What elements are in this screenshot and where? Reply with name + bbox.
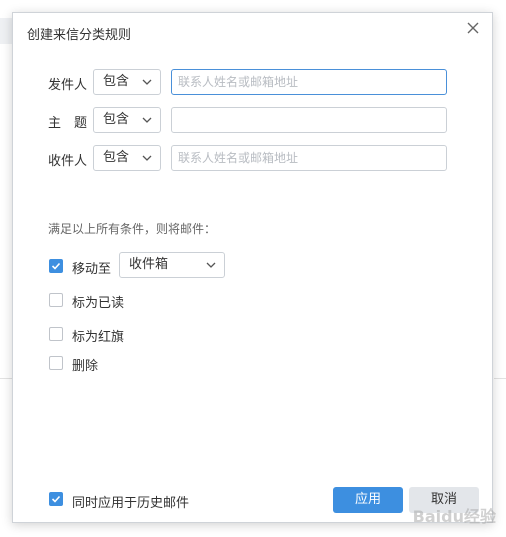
- subject-label: 主 题: [48, 116, 88, 131]
- recipient-label: 收件人: [48, 154, 88, 169]
- close-icon[interactable]: [464, 19, 482, 37]
- subject-input[interactable]: [171, 107, 447, 133]
- chevron-down-icon: [142, 117, 152, 123]
- mark-read-label: 标为已读: [72, 296, 125, 311]
- delete-checkbox[interactable]: [49, 356, 63, 370]
- watermark: Baidu经验: [412, 507, 496, 526]
- subject-operator-value: 包含: [103, 112, 130, 127]
- sender-label: 发件人: [48, 78, 88, 93]
- delete-label: 删除: [72, 359, 99, 374]
- subject-operator-select[interactable]: 包含: [93, 107, 161, 133]
- background-divider: [494, 378, 506, 379]
- sender-operator-value: 包含: [103, 74, 130, 89]
- sender-operator-select[interactable]: 包含: [93, 69, 161, 95]
- move-target-value: 收件箱: [129, 257, 169, 272]
- chevron-down-icon: [142, 155, 152, 161]
- move-to-label: 移动至: [72, 262, 112, 277]
- recipient-operator-value: 包含: [103, 150, 130, 165]
- apply-history-checkbox[interactable]: [49, 492, 63, 506]
- background-tab: [0, 18, 12, 44]
- recipient-operator-select[interactable]: 包含: [93, 145, 161, 171]
- move-to-checkbox[interactable]: [49, 259, 63, 273]
- background-divider: [0, 378, 12, 379]
- mark-flag-label: 标为红旗: [72, 330, 125, 345]
- check-icon: [51, 262, 61, 270]
- chevron-down-icon: [142, 79, 152, 85]
- move-target-select[interactable]: 收件箱: [119, 252, 225, 278]
- chevron-down-icon: [206, 262, 216, 268]
- dialog-title: 创建来信分类规则: [27, 28, 132, 43]
- apply-button[interactable]: 应用: [333, 487, 403, 513]
- check-icon: [51, 495, 61, 503]
- sender-input[interactable]: [171, 69, 447, 95]
- actions-hint: 满足以上所有条件，则将邮件：: [48, 222, 217, 236]
- mark-flag-checkbox[interactable]: [49, 327, 63, 341]
- recipient-input[interactable]: [171, 145, 447, 171]
- mark-read-checkbox[interactable]: [49, 293, 63, 307]
- create-rule-dialog: 创建来信分类规则 发件人 包含 主 题 包含 收件人 包含 满足以上所有条件，则…: [12, 12, 493, 523]
- apply-history-label: 同时应用于历史邮件: [72, 496, 190, 511]
